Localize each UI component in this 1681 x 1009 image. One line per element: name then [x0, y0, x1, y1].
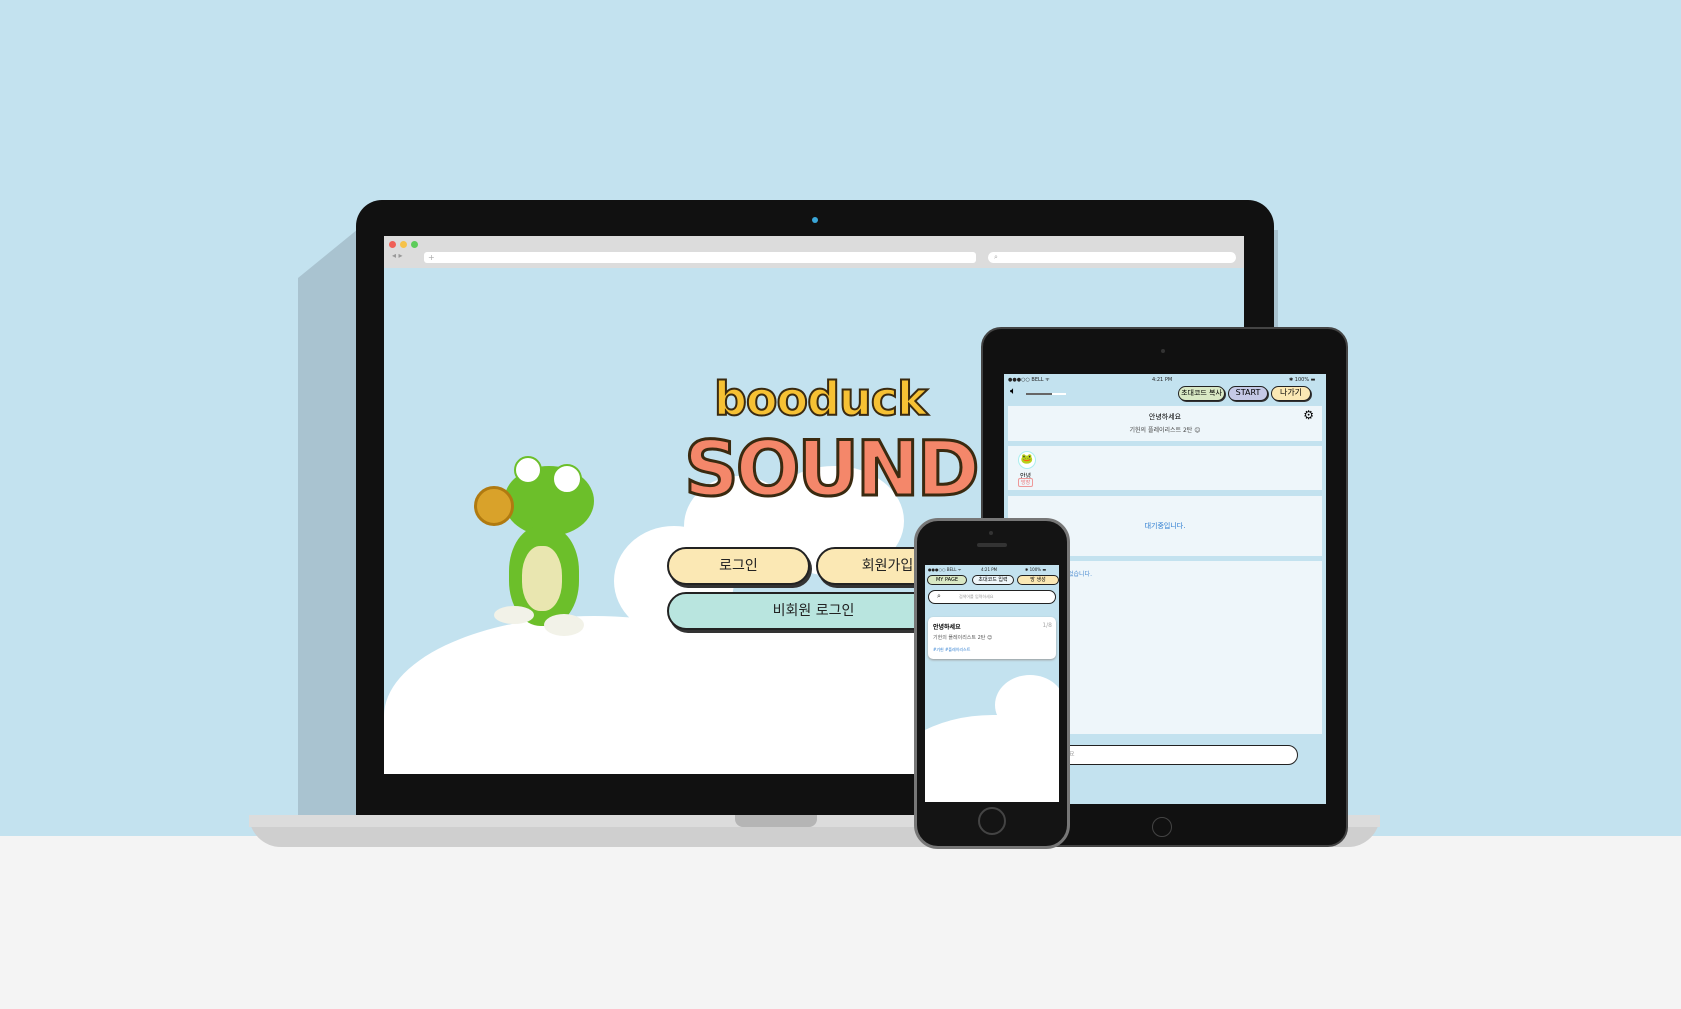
- settings-gear-icon[interactable]: ⚙: [1303, 408, 1314, 422]
- minimize-dot-icon[interactable]: [400, 241, 407, 248]
- browser-bar: ◂ ▸ + ⌕: [384, 236, 1244, 268]
- sound-logo-text: SOUND: [683, 423, 982, 515]
- member-avatar[interactable]: 🐸: [1018, 451, 1036, 469]
- status-carrier: ●●●○○ BELL ᯤ: [1008, 377, 1050, 383]
- booduck-logo: booduck: [713, 371, 929, 427]
- search-placeholder: 검색어를 입력하세요: [959, 594, 994, 599]
- speaker-grille: [977, 543, 1007, 547]
- create-room-button[interactable]: 방 생성: [1017, 575, 1059, 585]
- volume-slider[interactable]: [1026, 393, 1066, 395]
- room-card-count: 1/8: [1042, 622, 1052, 629]
- start-button[interactable]: START: [1228, 386, 1268, 401]
- login-button[interactable]: 로그인: [667, 547, 810, 585]
- url-input[interactable]: +: [424, 252, 976, 263]
- host-badge: 방장: [1018, 478, 1034, 487]
- copy-invite-code-button[interactable]: 초대코드 복사: [1178, 386, 1225, 401]
- status-carrier: ●●●○○ BELL ᯤ: [928, 567, 962, 572]
- room-card-subtitle: 기헌의 플레이리스트 2탄 😊: [933, 635, 993, 641]
- status-battery: ✱ 100% ▬: [1025, 567, 1047, 572]
- home-button[interactable]: [1152, 817, 1172, 837]
- search-icon: ⌕: [937, 592, 941, 600]
- close-dot-icon[interactable]: [389, 241, 396, 248]
- status-time: 4:21 PM: [1152, 377, 1173, 383]
- sound-logo: SOUND: [683, 423, 982, 515]
- phone-screen: ●●●○○ BELL ᯤ 4:21 PM ✱ 100% ▬ MY PAGE 초대…: [925, 565, 1059, 802]
- back-forward-icon[interactable]: ◂ ▸: [392, 251, 403, 260]
- home-button[interactable]: [978, 807, 1006, 835]
- maximize-dot-icon[interactable]: [411, 241, 418, 248]
- browser-search-input[interactable]: ⌕: [988, 252, 1236, 263]
- enter-invite-code-button[interactable]: 초대코드 입력: [972, 575, 1014, 585]
- my-page-button[interactable]: MY PAGE: [927, 575, 967, 585]
- volume-icon[interactable]: 🔈︎: [1010, 386, 1016, 397]
- camera-icon: [812, 217, 818, 223]
- camera-icon: [989, 531, 993, 535]
- status-time: 4:21 PM: [981, 567, 998, 572]
- room-card-tags: #기헌 #플레이리스트: [933, 647, 971, 652]
- cloud: [995, 675, 1059, 735]
- phone: ●●●○○ BELL ᯤ 4:21 PM ✱ 100% ▬ MY PAGE 초대…: [914, 518, 1070, 849]
- camera-icon: [1161, 349, 1165, 353]
- crocodile-character: [474, 456, 594, 656]
- room-subtitle: 기헌의 플레이리스트 2탄 😊: [1129, 427, 1201, 434]
- status-battery: ✱ 100% ▬: [1289, 377, 1316, 383]
- room-card-title: 안녕하세요: [933, 624, 961, 631]
- room-info-panel: 안녕하세요 기헌의 플레이리스트 2탄 😊 ⚙: [1008, 406, 1322, 441]
- members-panel: 🐸 안녕 방장: [1008, 446, 1322, 490]
- exit-button[interactable]: 나가기: [1271, 386, 1311, 401]
- laptop-notch: [735, 815, 817, 827]
- search-input[interactable]: ⌕ 검색어를 입력하세요: [928, 590, 1056, 604]
- chat-notice: 었습니다.: [1068, 571, 1092, 578]
- room-card[interactable]: 안녕하세요 1/8 기헌의 플레이리스트 2탄 😊 #기헌 #플레이리스트: [928, 617, 1056, 659]
- room-title: 안녕하세요: [1148, 413, 1182, 421]
